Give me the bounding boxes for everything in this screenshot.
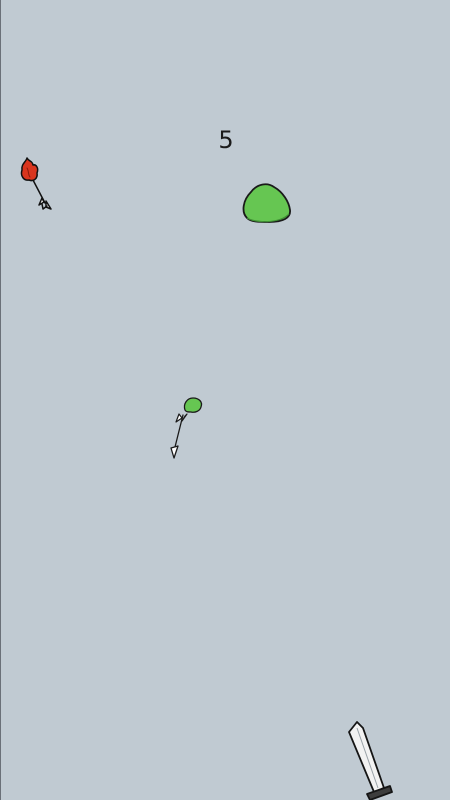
score-counter: 5 xyxy=(218,126,234,154)
slime-arrow-icon xyxy=(170,397,203,459)
game-canvas[interactable]: 5 xyxy=(0,0,450,800)
fire-arrow-icon xyxy=(20,157,52,210)
sword-icon[interactable] xyxy=(341,718,407,800)
slime-icon xyxy=(242,183,291,223)
